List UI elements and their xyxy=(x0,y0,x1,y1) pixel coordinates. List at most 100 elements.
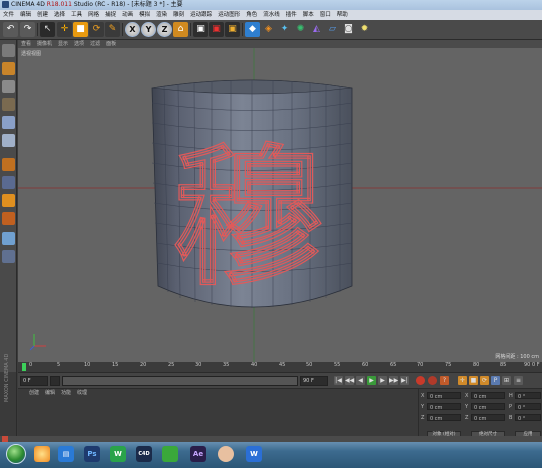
size-z-field[interactable]: 0 cm xyxy=(471,414,505,422)
go-to-end-icon[interactable]: ▶| xyxy=(400,376,409,385)
size-x-field[interactable]: 0 cm xyxy=(471,392,505,400)
max-frame-field[interactable]: 90 F xyxy=(300,376,328,386)
menu-item-animate[interactable]: 动画 xyxy=(119,10,136,20)
record-keys-icon[interactable] xyxy=(416,376,425,385)
rotate-icon[interactable]: ⟳ xyxy=(89,22,104,37)
texture-mode-icon[interactable] xyxy=(2,80,15,93)
menu-item-plugins[interactable]: 插件 xyxy=(283,10,300,20)
taskbar-app-word[interactable]: W xyxy=(246,446,262,462)
menu-item-motion-tracker[interactable]: 运动跟踪 xyxy=(187,10,215,20)
current-frame-field[interactable]: 0 F xyxy=(20,376,48,386)
taskbar-firefox-icon[interactable] xyxy=(34,446,50,462)
camera-icon[interactable]: ◙ xyxy=(341,22,356,37)
viewport-menu-panel[interactable]: 面板 xyxy=(103,40,119,48)
taskbar-app-wechat[interactable]: W xyxy=(110,446,126,462)
taskbar-chat-icon[interactable] xyxy=(162,446,178,462)
menu-item-create[interactable]: 创建 xyxy=(34,10,51,20)
position-key-icon[interactable]: ✛ xyxy=(458,376,467,385)
previous-frame-icon[interactable]: ◀ xyxy=(356,376,365,385)
light-icon[interactable]: ✹ xyxy=(357,22,372,37)
live-selection-icon[interactable]: ✎ xyxy=(105,22,120,37)
menu-item-select[interactable]: 选择 xyxy=(51,10,68,20)
taskbar-avatar-icon[interactable] xyxy=(218,446,234,462)
select-arrow-icon[interactable]: ↖ xyxy=(40,22,55,37)
array-icon[interactable]: ✺ xyxy=(293,22,308,37)
viewport-menu-display[interactable]: 显示 xyxy=(55,40,71,48)
menu-item-mesh[interactable]: 网格 xyxy=(85,10,102,20)
floor-icon[interactable]: ▱ xyxy=(325,22,340,37)
parameter-key-icon[interactable]: P xyxy=(491,376,500,385)
menu-item-file[interactable]: 文件 xyxy=(0,10,17,20)
viewport-menu-filter[interactable]: 过滤 xyxy=(87,40,103,48)
world-coordinate-icon[interactable]: ⌂ xyxy=(173,22,188,37)
position-x-field[interactable]: 0 cm xyxy=(427,392,461,400)
rotation-h-field[interactable]: 0 ° xyxy=(515,392,541,400)
autokey-icon[interactable] xyxy=(428,376,437,385)
pen-spline-icon[interactable]: ✦ xyxy=(277,22,292,37)
axis-y-button[interactable]: Y xyxy=(141,22,156,37)
close-icon[interactable] xyxy=(2,436,8,442)
viewport-canvas[interactable]: 穆 xyxy=(18,48,542,362)
render-picture-viewer-icon[interactable]: ▣ xyxy=(209,22,224,37)
menu-item-edit[interactable]: 编辑 xyxy=(17,10,34,20)
taskbar-app-cinema4d[interactable]: C4D xyxy=(136,446,152,462)
go-to-start-icon[interactable]: |◀ xyxy=(334,376,343,385)
next-key-icon[interactable]: ▶▶ xyxy=(389,376,398,385)
rotation-key-icon[interactable]: ⟳ xyxy=(480,376,489,385)
polygons-mode-icon[interactable] xyxy=(2,158,15,171)
menu-item-window[interactable]: 窗口 xyxy=(317,10,334,20)
axis-z-button[interactable]: Z xyxy=(157,22,172,37)
menu-item-sculpt[interactable]: 雕刻 xyxy=(170,10,187,20)
undo-icon[interactable]: ↶ xyxy=(3,22,18,37)
frame-field-arrow-icon[interactable] xyxy=(50,376,60,386)
point-level-key-icon[interactable]: ⊞ xyxy=(502,376,511,385)
position-y-field[interactable]: 0 cm xyxy=(427,403,461,411)
rotation-p-field[interactable]: 0 ° xyxy=(515,403,541,411)
taskbar-app-photoshop[interactable]: Ps xyxy=(84,446,100,462)
workplane-icon[interactable] xyxy=(2,98,15,111)
size-y-field[interactable]: 0 cm xyxy=(471,403,505,411)
render-view-icon[interactable]: ▣ xyxy=(193,22,208,37)
material-menu-edit[interactable]: 编辑 xyxy=(42,390,58,396)
menu-item-simulate[interactable]: 模拟 xyxy=(136,10,153,20)
menu-item-pipeline[interactable]: 流水线 xyxy=(260,10,283,20)
subdivision-surface-icon[interactable]: ◈ xyxy=(261,22,276,37)
deformer-icon[interactable]: ◭ xyxy=(309,22,324,37)
material-menu-create[interactable]: 创建 xyxy=(26,390,42,396)
timeline-ruler[interactable]: 0 5 10 15 20 25 30 35 40 45 50 55 60 65 … xyxy=(18,362,542,372)
lock-workplane-icon[interactable] xyxy=(2,212,15,225)
edges-mode-icon[interactable] xyxy=(2,134,15,147)
menu-item-tools[interactable]: 工具 xyxy=(68,10,85,20)
rotation-b-field[interactable]: 0 ° xyxy=(515,414,541,422)
material-menu-function[interactable]: 功能 xyxy=(58,390,74,396)
menu-item-render[interactable]: 渲染 xyxy=(153,10,170,20)
menu-item-help[interactable]: 帮助 xyxy=(334,10,351,20)
next-frame-icon[interactable]: ▶ xyxy=(378,376,387,385)
scale-key-icon[interactable]: ■ xyxy=(469,376,478,385)
extruded-character-outline[interactable]: 穆 xyxy=(172,131,323,306)
cube-icon[interactable]: ◆ xyxy=(245,22,260,37)
scale-icon[interactable]: ■ xyxy=(73,22,88,37)
position-z-field[interactable]: 0 cm xyxy=(427,414,461,422)
start-button[interactable] xyxy=(6,444,26,464)
redo-icon[interactable]: ↷ xyxy=(20,22,35,37)
play-icon[interactable]: ▶ xyxy=(367,376,376,385)
material-menu-texture[interactable]: 纹理 xyxy=(74,390,90,396)
snap-icon[interactable] xyxy=(2,194,15,207)
menu-item-snap[interactable]: 捕捉 xyxy=(102,10,119,20)
viewport-menu-cameras[interactable]: 摄像机 xyxy=(34,40,55,48)
keyframe-selection-icon[interactable]: ? xyxy=(440,376,449,385)
points-mode-icon[interactable] xyxy=(2,116,15,129)
viewport-menu-options[interactable]: 选项 xyxy=(71,40,87,48)
timeline-menu-icon[interactable]: ≡ xyxy=(514,376,523,385)
render-settings-icon[interactable]: ▣ xyxy=(225,22,240,37)
menu-item-script[interactable]: 脚本 xyxy=(300,10,317,20)
axis-x-button[interactable]: X xyxy=(125,22,140,37)
menu-item-character[interactable]: 角色 xyxy=(243,10,260,20)
menu-item-mograph[interactable]: 运动图形 xyxy=(215,10,243,20)
taskbar-app-after-effects[interactable]: Ae xyxy=(190,446,206,462)
timeline-playhead[interactable] xyxy=(22,363,26,371)
previous-key-icon[interactable]: ◀◀ xyxy=(345,376,354,385)
axis-mode-icon[interactable] xyxy=(2,176,15,189)
make-editable-icon[interactable] xyxy=(2,44,15,57)
